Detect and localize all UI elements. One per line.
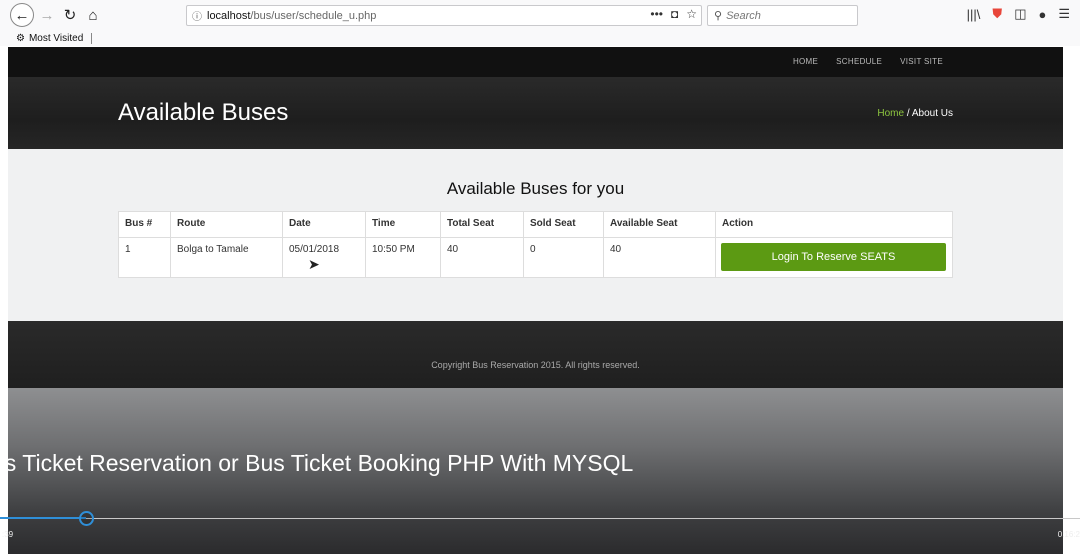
col-sold-seat: Sold Seat — [523, 211, 604, 238]
bookmark-star-icon[interactable]: ☆ — [686, 7, 697, 21]
browser-toolbar: ← → ↻ ⌂ ⓘ localhost/bus/user/schedule_u.… — [0, 0, 1080, 30]
info-icon: ⓘ — [192, 12, 202, 23]
video-time-total: 0:16:2 — [1057, 530, 1080, 539]
bookmarks-bar: ⚙ Most Visited — [0, 30, 1080, 46]
search-input[interactable]: ⚲ Search — [707, 5, 858, 26]
toolbar-right: |||\ ⛊ ◫ ● ☰ — [967, 6, 1070, 22]
col-total-seat: Total Seat — [440, 211, 524, 238]
col-time: Time — [365, 211, 441, 238]
video-progress-track[interactable] — [0, 518, 1080, 519]
buses-table: Bus # Route Date Time Total Seat Sold Se… — [118, 211, 953, 278]
cell-bus: 1 — [118, 237, 171, 278]
cell-time: 10:50 PM — [365, 237, 441, 278]
arrow-left-icon: ← — [14, 6, 30, 24]
library-icon[interactable]: |||\ — [967, 7, 981, 22]
page-footer: Copyright Bus Reservation 2015. All righ… — [8, 321, 1063, 388]
video-title: us Ticket Reservation or Bus Ticket Book… — [0, 450, 634, 476]
reload-button[interactable]: ↻ — [59, 4, 81, 26]
breadcrumb: Home / About Us — [877, 108, 953, 119]
video-progress-fill — [0, 517, 86, 519]
footer-copyright: Copyright Bus Reservation 2015. All righ… — [431, 360, 640, 370]
url-path: /bus/user/schedule_u.php — [250, 9, 377, 22]
cell-action: Login To Reserve SEATS — [715, 237, 953, 278]
nav-home-link[interactable]: HOME — [793, 57, 818, 66]
breadcrumb-current: About Us — [911, 108, 953, 119]
forward-button[interactable]: → — [36, 4, 58, 26]
shield-icon[interactable]: ⛊ — [992, 6, 1002, 22]
home-button[interactable]: ⌂ — [82, 4, 104, 26]
cell-sold-seat: 0 — [523, 237, 604, 278]
table-header-row: Bus # Route Date Time Total Seat Sold Se… — [118, 211, 953, 238]
section-heading: Available Buses for you — [446, 179, 625, 198]
cell-total-seat: 40 — [440, 237, 524, 278]
top-nav: HOME SCHEDULE VISIT SITE — [8, 47, 1063, 77]
page-actions-icon[interactable]: ••• — [650, 7, 663, 21]
url-bar[interactable]: ⓘ localhost/bus/user/schedule_u.php ••• … — [186, 5, 702, 26]
col-bus: Bus # — [118, 211, 171, 238]
url-host: localhost — [207, 9, 251, 22]
nav-visit-site-link[interactable]: VISIT SITE — [900, 57, 943, 66]
col-available-seat: Available Seat — [603, 211, 716, 238]
breadcrumb-home-link[interactable]: Home — [877, 108, 904, 119]
bookmark-separator — [91, 32, 93, 44]
arrow-right-icon: → — [39, 6, 55, 24]
cell-date: 05/01/2018 — [282, 237, 366, 278]
col-date: Date — [282, 211, 366, 238]
page-title: Available Buses — [118, 99, 289, 126]
video-progress-handle[interactable] — [79, 511, 94, 526]
login-to-reserve-button[interactable]: Login To Reserve SEATS — [721, 243, 946, 271]
main-content: Available Buses for you Bus # Route Date… — [8, 149, 1063, 321]
mouse-cursor-icon: ➤ — [308, 256, 320, 272]
search-placeholder: Search — [726, 9, 761, 22]
video-time-elapsed: :39 — [2, 530, 14, 539]
cell-available-seat: 40 — [603, 237, 716, 278]
nav-schedule-link[interactable]: SCHEDULE — [836, 57, 882, 66]
table-row: 1 Bolga to Tamale 05/01/2018 10:50 PM 40… — [118, 237, 953, 278]
home-icon: ⌂ — [88, 6, 98, 24]
extension-icon[interactable]: ● — [1038, 7, 1046, 22]
col-route: Route — [170, 211, 283, 238]
gear-icon: ⚙ — [16, 32, 25, 44]
page-header: Available Buses Home / About Us — [8, 77, 1063, 149]
cell-route: Bolga to Tamale — [170, 237, 283, 278]
screen: ← → ↻ ⌂ ⓘ localhost/bus/user/schedule_u.… — [0, 0, 1080, 554]
menu-icon[interactable]: ☰ — [1058, 6, 1070, 22]
col-action: Action — [715, 211, 953, 238]
sidebar-icon[interactable]: ◫ — [1014, 6, 1026, 22]
search-icon: ⚲ — [714, 10, 723, 22]
reload-icon: ↻ — [63, 7, 77, 24]
breadcrumb-separator: / — [904, 108, 912, 119]
pocket-icon[interactable]: ◘ — [671, 7, 678, 21]
back-button[interactable]: ← — [10, 3, 34, 27]
bookmark-most-visited[interactable]: Most Visited — [29, 33, 83, 44]
